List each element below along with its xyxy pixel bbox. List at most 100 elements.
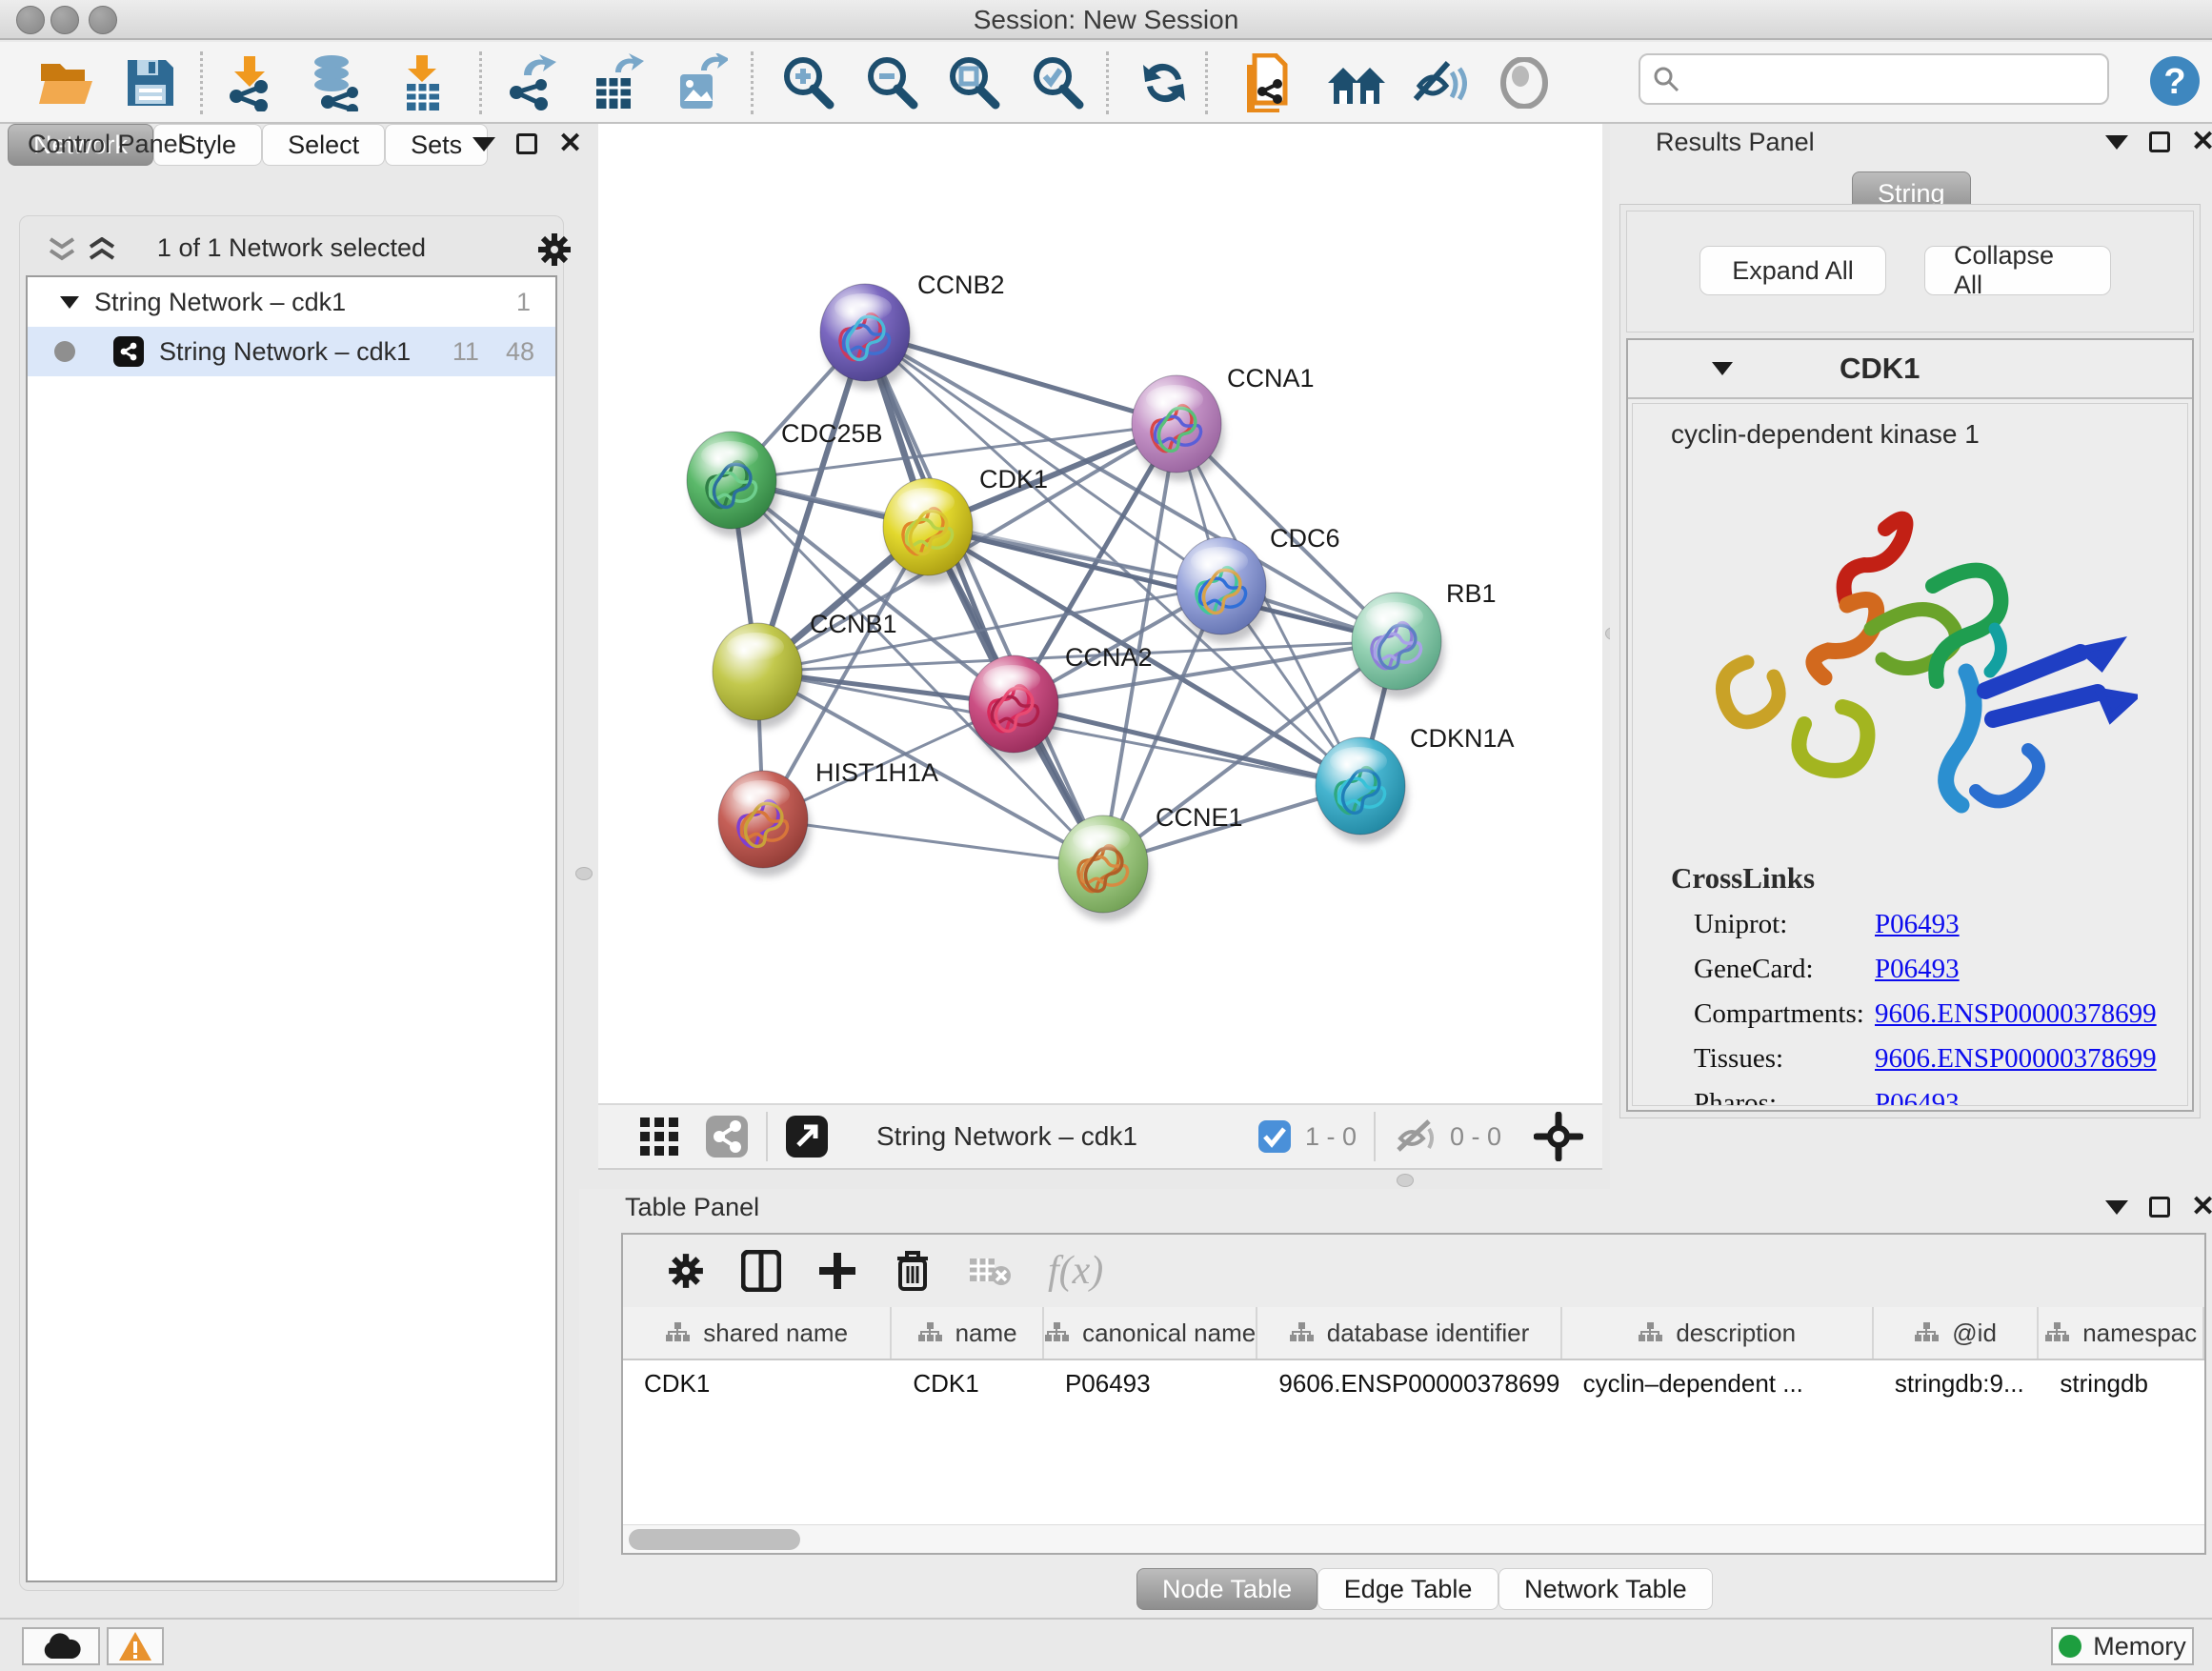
home-legacy-icon[interactable] bbox=[1322, 53, 1391, 112]
table-panel-close-icon[interactable]: ✕ bbox=[2191, 1197, 2212, 1218]
table-column-header[interactable]: namespac bbox=[2039, 1307, 2204, 1359]
delete-column-trash-icon[interactable] bbox=[894, 1249, 932, 1293]
delete-table-icon[interactable] bbox=[968, 1255, 1012, 1287]
show-columns-icon[interactable] bbox=[741, 1250, 781, 1292]
node-label: CCNA2 bbox=[1065, 643, 1153, 672]
grid-mode-icon[interactable] bbox=[638, 1116, 680, 1158]
hidden-indicator-eye-slash-icon[interactable] bbox=[1393, 1117, 1438, 1156]
zoom-fit-icon[interactable] bbox=[939, 53, 1008, 112]
network-node[interactable] bbox=[687, 432, 779, 537]
network-node[interactable] bbox=[718, 771, 811, 876]
network-collection-row[interactable]: String Network – cdk1 1 bbox=[28, 277, 555, 327]
memory-button[interactable]: Memory bbox=[2051, 1627, 2194, 1665]
table-cell[interactable]: cyclin–dependent ... bbox=[1562, 1369, 1874, 1399]
table-column-header[interactable]: @id bbox=[1874, 1307, 2040, 1359]
import-table-icon[interactable] bbox=[389, 53, 457, 112]
network-row-selected[interactable]: String Network – cdk1 11 48 bbox=[28, 327, 555, 376]
save-session-icon[interactable] bbox=[116, 53, 185, 112]
stringapp-document-icon[interactable] bbox=[1233, 53, 1301, 112]
network-node[interactable] bbox=[883, 478, 975, 584]
results-panel-close-icon[interactable]: ✕ bbox=[2191, 131, 2212, 152]
hide-show-graphics-icon[interactable] bbox=[1404, 53, 1473, 112]
fit-content-crosshair-icon[interactable] bbox=[1534, 1112, 1583, 1161]
export-table-icon[interactable] bbox=[583, 53, 652, 112]
network-node[interactable] bbox=[1316, 737, 1408, 843]
crosslink-value-link[interactable]: P06493 bbox=[1875, 1088, 1960, 1106]
control-panel-maximize-icon[interactable] bbox=[516, 133, 537, 154]
crosslink-value-link[interactable]: 9606.ENSP00000378699 bbox=[1875, 998, 2157, 1030]
column-type-icon bbox=[1638, 1321, 1662, 1344]
node-label: RB1 bbox=[1446, 579, 1497, 608]
table-column-header[interactable]: canonical name bbox=[1044, 1307, 1257, 1359]
table-cell[interactable]: stringdb:9... bbox=[1874, 1369, 2040, 1399]
gene-card-collapse-icon[interactable] bbox=[1710, 359, 1735, 378]
cloud-status-button[interactable] bbox=[22, 1627, 100, 1665]
table-panel-float-icon[interactable] bbox=[2105, 1200, 2128, 1215]
table-cell[interactable]: P06493 bbox=[1044, 1369, 1257, 1399]
results-panel-maximize-icon[interactable] bbox=[2149, 131, 2170, 152]
network-edge[interactable] bbox=[1014, 704, 1360, 786]
gene-card: CDK1 cyclin-dependent kinase 1 bbox=[1626, 338, 2194, 1112]
import-network-file-icon[interactable] bbox=[215, 53, 284, 112]
network-canvas[interactable]: CCNB2CCNA1CDC25BCDK1CDC6RB1CCNB1CCNA2CDK… bbox=[598, 124, 1602, 1103]
protein-structure-image bbox=[1690, 476, 2138, 857]
crosslink-label: Compartments: bbox=[1694, 998, 1875, 1030]
add-column-icon[interactable] bbox=[817, 1251, 857, 1291]
horizontal-splitter-handle[interactable] bbox=[1397, 1174, 1414, 1187]
zoom-selected-icon[interactable] bbox=[1023, 53, 1092, 112]
table-row[interactable]: CDK1CDK1P064939606.ENSP00000378699cyclin… bbox=[623, 1360, 2204, 1406]
open-session-icon[interactable] bbox=[32, 53, 101, 112]
control-panel-close-icon[interactable]: ✕ bbox=[558, 133, 582, 154]
search-box[interactable] bbox=[1639, 53, 2109, 105]
crosslink-value-link[interactable]: P06493 bbox=[1875, 954, 1960, 985]
left-splitter-handle[interactable] bbox=[575, 867, 593, 880]
network-node[interactable] bbox=[1352, 593, 1444, 698]
import-network-database-icon[interactable] bbox=[301, 53, 370, 112]
birds-eye-view-icon[interactable] bbox=[785, 1115, 829, 1158]
network-node[interactable] bbox=[1176, 537, 1269, 643]
network-node[interactable] bbox=[1058, 815, 1151, 921]
table-cell[interactable]: stringdb bbox=[2039, 1369, 2204, 1399]
search-input[interactable] bbox=[1680, 65, 2081, 94]
crosslink-value-link[interactable]: P06493 bbox=[1875, 909, 1960, 940]
collapse-all-button[interactable]: Collapse All bbox=[1924, 246, 2111, 295]
table-panel-maximize-icon[interactable] bbox=[2149, 1197, 2170, 1218]
network-node[interactable] bbox=[969, 655, 1061, 761]
network-node[interactable] bbox=[820, 284, 913, 390]
scrollbar-thumb[interactable] bbox=[629, 1529, 800, 1550]
table-options-gear-icon[interactable] bbox=[667, 1252, 705, 1290]
network-edge[interactable] bbox=[763, 819, 1103, 864]
tab-node-table[interactable]: Node Table bbox=[1136, 1568, 1317, 1610]
selected-indicator-icon[interactable] bbox=[1257, 1119, 1292, 1154]
export-image-icon[interactable] bbox=[667, 53, 735, 112]
table-cell[interactable]: 9606.ENSP00000378699 bbox=[1257, 1369, 1561, 1399]
collection-expand-icon[interactable] bbox=[58, 293, 81, 311]
function-builder-icon[interactable]: f(x) bbox=[1048, 1248, 1103, 1294]
control-panel-float-icon[interactable] bbox=[473, 137, 495, 151]
network-options-gear-icon[interactable] bbox=[536, 232, 573, 268]
warnings-button[interactable] bbox=[107, 1627, 164, 1665]
zoom-in-icon[interactable] bbox=[774, 53, 842, 112]
table-horizontal-scrollbar[interactable] bbox=[623, 1524, 2204, 1553]
share-view-icon[interactable] bbox=[705, 1115, 749, 1158]
table-column-header[interactable]: database identifier bbox=[1257, 1307, 1561, 1359]
results-panel-float-icon[interactable] bbox=[2105, 135, 2128, 150]
eye-icon[interactable] bbox=[1490, 53, 1558, 112]
tab-network-table[interactable]: Network Table bbox=[1498, 1568, 1713, 1610]
zoom-out-icon[interactable] bbox=[857, 53, 926, 112]
table-column-header[interactable]: description bbox=[1562, 1307, 1874, 1359]
tab-select[interactable]: Select bbox=[262, 124, 385, 166]
table-column-header[interactable]: shared name bbox=[623, 1307, 892, 1359]
table-cell[interactable]: CDK1 bbox=[892, 1369, 1044, 1399]
table-cell[interactable]: CDK1 bbox=[623, 1369, 892, 1399]
tab-edge-table[interactable]: Edge Table bbox=[1317, 1568, 1498, 1610]
help-icon[interactable]: ? bbox=[2149, 55, 2201, 107]
export-network-icon[interactable] bbox=[497, 53, 566, 112]
table-column-header[interactable]: name bbox=[892, 1307, 1044, 1359]
gene-card-header[interactable]: CDK1 bbox=[1628, 340, 2192, 399]
column-type-icon bbox=[917, 1321, 942, 1344]
refresh-layout-icon[interactable] bbox=[1130, 53, 1198, 112]
crosslink-value-link[interactable]: 9606.ENSP00000378699 bbox=[1875, 1043, 2157, 1075]
expand-all-button[interactable]: Expand All bbox=[1699, 246, 1886, 295]
network-node[interactable] bbox=[1132, 375, 1224, 481]
